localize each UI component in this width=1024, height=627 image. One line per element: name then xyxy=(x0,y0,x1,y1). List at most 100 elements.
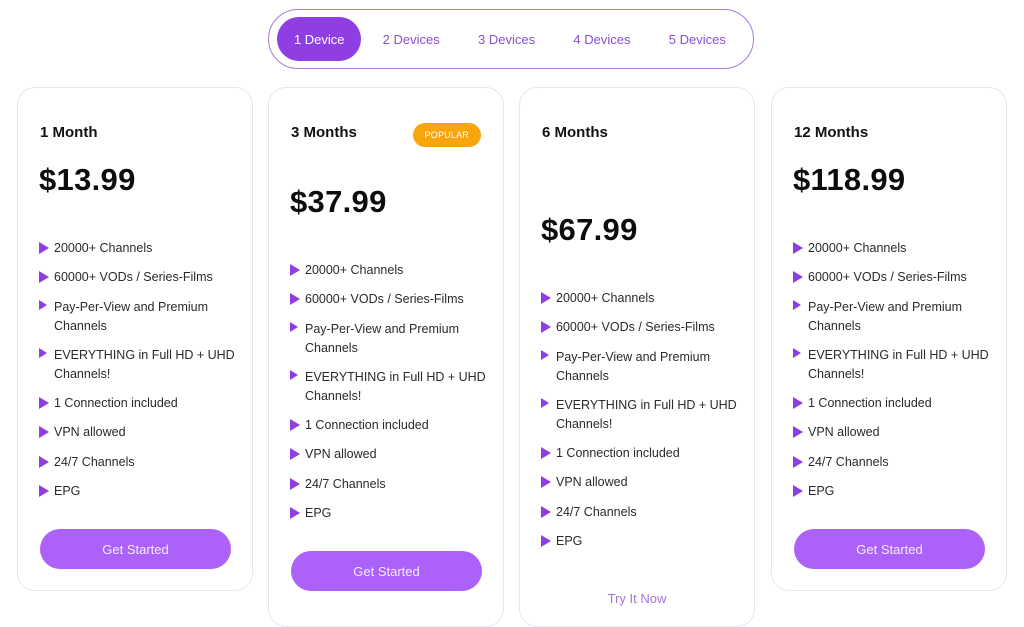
feature-text: VPN allowed xyxy=(556,475,628,490)
feature-item: 60000+ VODs / Series-Films xyxy=(39,268,238,287)
feature-text: 24/7 Channels xyxy=(556,504,637,519)
play-bullet-icon xyxy=(39,455,49,468)
feature-text: 60000+ VODs / Series-Films xyxy=(305,292,464,307)
plan-card-12-months: 12 Months $118.99 20000+ Channels 60000+… xyxy=(771,87,1007,591)
feature-item: EVERYTHING in Full HD + UHD Channels! xyxy=(793,346,992,384)
feature-list: 20000+ Channels 60000+ VODs / Series-Fil… xyxy=(39,239,238,511)
feature-item: Pay-Per-View and Premium Channels xyxy=(290,320,489,358)
play-bullet-icon xyxy=(793,485,803,498)
feature-item: 60000+ VODs / Series-Films xyxy=(793,268,992,287)
plan-card-3-months: 3 Months POPULAR $37.99 20000+ Channels … xyxy=(268,87,504,627)
play-bullet-icon xyxy=(39,242,49,254)
plan-card-1-month: 1 Month $13.99 20000+ Channels 60000+ VO… xyxy=(17,87,253,591)
plan-title: 3 Months xyxy=(291,124,357,141)
feature-item: EVERYTHING in Full HD + UHD Channels! xyxy=(541,396,740,434)
feature-text: 20000+ Channels xyxy=(556,291,655,305)
feature-item: EPG xyxy=(39,482,238,501)
play-bullet-icon xyxy=(39,485,49,498)
feature-item: Pay-Per-View and Premium Channels xyxy=(39,298,238,336)
play-bullet-icon xyxy=(290,507,300,520)
play-bullet-icon xyxy=(793,271,803,284)
feature-item: EPG xyxy=(793,482,992,501)
play-bullet-icon xyxy=(793,455,803,468)
plan-title: 12 Months xyxy=(794,124,869,141)
feature-list: 20000+ Channels 60000+ VODs / Series-Fil… xyxy=(290,261,489,533)
feature-item: 60000+ VODs / Series-Films xyxy=(290,290,489,309)
feature-item: 24/7 Channels xyxy=(793,453,992,472)
play-bullet-icon xyxy=(541,505,551,518)
feature-text: Pay-Per-View and Premium Channels xyxy=(305,321,459,355)
plan-card-6-months: 6 Months $67.99 20000+ Channels 60000+ V… xyxy=(519,87,755,627)
play-bullet-icon xyxy=(793,299,801,310)
feature-text: 1 Connection included xyxy=(305,418,429,433)
feature-text: 60000+ VODs / Series-Films xyxy=(556,320,715,335)
play-bullet-icon xyxy=(793,347,801,358)
feature-text: Pay-Per-View and Premium Channels xyxy=(54,299,208,333)
feature-text: EVERYTHING in Full HD + UHD Channels! xyxy=(305,369,486,403)
feature-text: Pay-Per-View and Premium Channels xyxy=(556,349,710,383)
feature-text: VPN allowed xyxy=(808,425,880,440)
play-bullet-icon xyxy=(290,369,298,380)
feature-item: EVERYTHING in Full HD + UHD Channels! xyxy=(290,368,489,406)
play-bullet-icon xyxy=(39,397,49,410)
play-bullet-icon xyxy=(39,426,49,439)
play-bullet-icon xyxy=(541,397,549,408)
feature-text: 20000+ Channels xyxy=(54,241,153,255)
get-started-button[interactable]: Get Started xyxy=(794,529,985,569)
feature-text: 24/7 Channels xyxy=(305,476,386,491)
feature-text: EVERYTHING in Full HD + UHD Channels! xyxy=(54,347,235,381)
device-selector: 1 Device 2 Devices 3 Devices 4 Devices 5… xyxy=(268,9,754,69)
plan-price: $67.99 xyxy=(541,212,638,247)
play-bullet-icon xyxy=(290,264,300,276)
feature-item: 20000+ Channels xyxy=(793,239,992,258)
feature-text: EVERYTHING in Full HD + UHD Channels! xyxy=(556,397,737,431)
feature-item: 20000+ Channels xyxy=(39,239,238,258)
popular-badge: POPULAR xyxy=(412,123,481,147)
feature-item: 20000+ Channels xyxy=(290,261,489,280)
feature-text: Pay-Per-View and Premium Channels xyxy=(808,299,962,333)
feature-text: EPG xyxy=(808,484,835,499)
device-tab-1[interactable]: 1 Device xyxy=(277,17,362,61)
feature-item: 1 Connection included xyxy=(290,416,489,435)
device-tab-3[interactable]: 3 Devices xyxy=(459,17,554,61)
feature-text: EPG xyxy=(556,534,583,549)
feature-item: EPG xyxy=(541,532,740,551)
play-bullet-icon xyxy=(541,447,551,460)
feature-item: 1 Connection included xyxy=(39,394,238,413)
feature-item: EPG xyxy=(290,504,489,523)
device-tab-5[interactable]: 5 Devices xyxy=(650,17,745,61)
get-started-button[interactable]: Get Started xyxy=(291,551,482,591)
play-bullet-icon xyxy=(39,271,49,284)
feature-text: 20000+ Channels xyxy=(305,263,404,277)
feature-item: 24/7 Channels xyxy=(39,453,238,472)
device-tab-4[interactable]: 4 Devices xyxy=(554,17,649,61)
feature-item: 1 Connection included xyxy=(541,444,740,463)
feature-text: 1 Connection included xyxy=(556,446,680,461)
feature-text: 60000+ VODs / Series-Films xyxy=(808,270,967,285)
play-bullet-icon xyxy=(793,397,803,410)
feature-list: 20000+ Channels 60000+ VODs / Series-Fil… xyxy=(541,289,740,561)
feature-item: 24/7 Channels xyxy=(541,503,740,522)
feature-text: 24/7 Channels xyxy=(808,454,889,469)
feature-text: 20000+ Channels xyxy=(808,241,907,255)
device-tab-2[interactable]: 2 Devices xyxy=(363,17,458,61)
get-started-button[interactable]: Get Started xyxy=(40,529,231,569)
feature-text: VPN allowed xyxy=(305,447,377,462)
play-bullet-icon xyxy=(541,321,551,334)
plan-price: $37.99 xyxy=(290,184,387,219)
feature-text: 1 Connection included xyxy=(54,396,178,411)
play-bullet-icon xyxy=(793,426,803,439)
play-bullet-icon xyxy=(290,477,300,490)
play-bullet-icon xyxy=(541,476,551,489)
feature-item: Pay-Per-View and Premium Channels xyxy=(793,298,992,336)
play-bullet-icon xyxy=(541,535,551,548)
feature-text: 24/7 Channels xyxy=(54,454,135,469)
play-bullet-icon xyxy=(290,448,300,461)
try-it-now-link[interactable]: Try It Now xyxy=(520,591,754,606)
play-bullet-icon xyxy=(290,419,300,432)
feature-item: EVERYTHING in Full HD + UHD Channels! xyxy=(39,346,238,384)
feature-item: VPN allowed xyxy=(39,423,238,442)
feature-text: EPG xyxy=(54,484,81,499)
feature-item: 20000+ Channels xyxy=(541,289,740,308)
feature-text: EPG xyxy=(305,506,332,521)
